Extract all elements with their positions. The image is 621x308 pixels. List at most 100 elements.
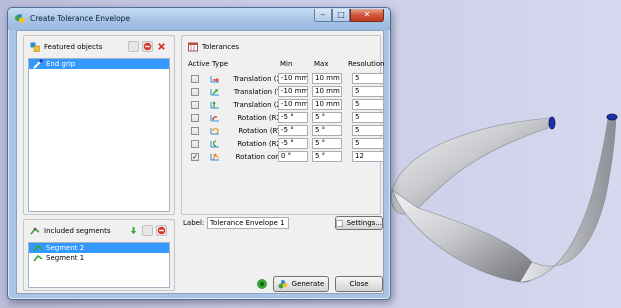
tolerances-header-row: Active Type Min Max Resolution xyxy=(188,60,385,70)
featured-blank-button[interactable] xyxy=(128,41,139,52)
min-input[interactable]: -10 mm xyxy=(278,73,308,84)
resolution-input[interactable]: 5 xyxy=(352,112,384,123)
rotation-rx-icon xyxy=(210,115,219,122)
resolution-input[interactable]: 5 xyxy=(352,73,384,84)
type-label: Translation (Y) xyxy=(233,88,284,96)
tolerances-icon xyxy=(188,42,198,52)
segment-icon xyxy=(33,254,43,262)
close-button-label: Close xyxy=(349,280,369,288)
tolerance-row-translation-x: Translation (X) -10 mm 10 mm 5 xyxy=(188,73,384,85)
list-item[interactable]: Segment 1 xyxy=(29,253,169,263)
tolerance-row-translation-y: Translation (Y) -10 mm 10 mm 5 xyxy=(188,86,384,98)
tolerance-row-rotation-rz: Rotation (RZ) -5 ° 5 ° 5 xyxy=(188,138,384,150)
rotation-ry-icon xyxy=(210,127,219,135)
featured-objects-title: Featured objects xyxy=(44,43,103,51)
included-segments-panel: Included segments Segment 2 Segment 1 xyxy=(23,219,175,291)
preview-button[interactable] xyxy=(255,277,268,290)
list-item[interactable]: End grip xyxy=(29,59,169,69)
col-max: Max xyxy=(314,60,329,68)
list-item[interactable]: Segment 2 xyxy=(29,243,169,253)
segment-move-down-button[interactable] xyxy=(128,225,139,236)
segment-remove-button[interactable] xyxy=(156,225,167,236)
down-arrow-icon xyxy=(130,226,137,235)
segment-blank-button[interactable] xyxy=(142,225,153,236)
minimize-button[interactable]: ‒ xyxy=(314,9,332,22)
window-title: Create Tolerance Envelope xyxy=(30,14,131,23)
col-resolution: Resolution xyxy=(348,60,385,68)
maximize-button[interactable]: □ xyxy=(332,9,350,22)
active-checkbox[interactable] xyxy=(191,140,199,148)
min-input[interactable]: -5 ° xyxy=(278,112,308,123)
max-input[interactable]: 10 mm xyxy=(312,99,342,110)
resolution-input[interactable]: 5 xyxy=(352,125,384,136)
min-input[interactable]: -10 mm xyxy=(278,99,308,110)
settings-button-label: Settings... xyxy=(346,219,382,227)
delete-x-icon xyxy=(158,43,165,50)
resolution-input[interactable]: 5 xyxy=(352,86,384,97)
col-active: Active xyxy=(188,60,210,68)
translation-z-icon xyxy=(210,101,219,109)
dialog-client-area: Featured objects End grip Tolerances Act… xyxy=(16,30,385,294)
generate-button-label: Generate xyxy=(291,280,325,288)
active-checkbox[interactable] xyxy=(191,101,199,109)
max-input[interactable]: 5 ° xyxy=(312,138,342,149)
type-label: Rotation (RZ) xyxy=(237,140,284,148)
tolerances-title: Tolerances xyxy=(202,43,240,51)
featured-delete-button[interactable] xyxy=(156,41,167,52)
app-icon xyxy=(15,14,25,23)
active-checkbox[interactable] xyxy=(191,75,199,83)
featured-objects-panel: Featured objects End grip xyxy=(23,35,175,215)
remove-circle-icon xyxy=(157,226,166,235)
max-input[interactable]: 10 mm xyxy=(312,86,342,97)
featured-objects-list[interactable]: End grip xyxy=(28,58,170,212)
max-input[interactable]: 5 ° xyxy=(312,125,342,136)
resolution-input[interactable]: 5 xyxy=(352,99,384,110)
translation-y-icon xyxy=(210,88,219,96)
col-min: Min xyxy=(280,60,293,68)
tolerances-panel: Tolerances Active Type Min Max Resolutio… xyxy=(181,35,385,215)
featured-item-label: End grip xyxy=(46,60,76,68)
segment-item-label: Segment 2 xyxy=(46,244,85,252)
resolution-input[interactable]: 12 xyxy=(352,151,384,162)
min-input[interactable]: -5 ° xyxy=(278,138,308,149)
included-segments-list[interactable]: Segment 2 Segment 1 xyxy=(28,242,170,288)
settings-icon xyxy=(336,219,343,227)
generate-icon xyxy=(278,280,288,289)
included-segments-title: Included segments xyxy=(44,227,111,235)
min-input[interactable]: -10 mm xyxy=(278,86,308,97)
end-grip-icon xyxy=(33,59,43,69)
settings-button[interactable]: Settings... xyxy=(335,216,383,230)
resolution-input[interactable]: 5 xyxy=(352,138,384,149)
segment-icon xyxy=(33,244,43,252)
tolerance-row-translation-z: Translation (Z) -10 mm 10 mm 5 xyxy=(188,99,384,111)
min-input[interactable]: 0 ° xyxy=(278,151,308,162)
active-checkbox[interactable] xyxy=(191,88,199,96)
create-tolerance-envelope-dialog: Create Tolerance Envelope ‒ □ ✕ Featured… xyxy=(7,7,391,300)
active-checkbox[interactable] xyxy=(191,114,199,122)
type-label: Rotation cone xyxy=(235,153,284,161)
featured-remove-button[interactable] xyxy=(142,41,153,52)
label-caption: Label: xyxy=(183,219,205,227)
type-label: Rotation (RX) xyxy=(237,114,284,122)
min-input[interactable]: -5 ° xyxy=(278,125,308,136)
close-button[interactable]: Close xyxy=(335,276,383,292)
tolerance-row-rotation-rx: Rotation (RX) -5 ° 5 ° 5 xyxy=(188,112,384,124)
title-bar[interactable]: Create Tolerance Envelope ‒ □ ✕ xyxy=(8,8,390,30)
max-input[interactable]: 10 mm xyxy=(312,73,342,84)
active-checkbox[interactable] xyxy=(191,127,199,135)
tolerance-row-rotation-ry: Rotation (RY) -5 ° 5 ° 5 xyxy=(188,125,384,137)
label-input[interactable]: Tolerance Envelope 1 xyxy=(207,217,289,229)
tolerance-row-rotation-cone: ✓ Rotation cone 0 ° 5 ° 12 xyxy=(188,151,384,163)
max-input[interactable]: 5 ° xyxy=(312,112,342,123)
rotation-cone-icon xyxy=(210,153,219,161)
generate-button[interactable]: Generate xyxy=(273,276,329,292)
segment-item-label: Segment 1 xyxy=(46,254,85,262)
max-input[interactable]: 5 ° xyxy=(312,151,342,162)
remove-circle-icon xyxy=(143,42,152,51)
featured-objects-icon xyxy=(30,42,40,52)
close-window-button[interactable]: ✕ xyxy=(350,9,384,22)
rotation-rz-icon xyxy=(210,140,219,148)
segments-icon xyxy=(30,227,40,235)
preview-icon xyxy=(256,278,267,289)
active-checkbox[interactable]: ✓ xyxy=(191,153,199,161)
